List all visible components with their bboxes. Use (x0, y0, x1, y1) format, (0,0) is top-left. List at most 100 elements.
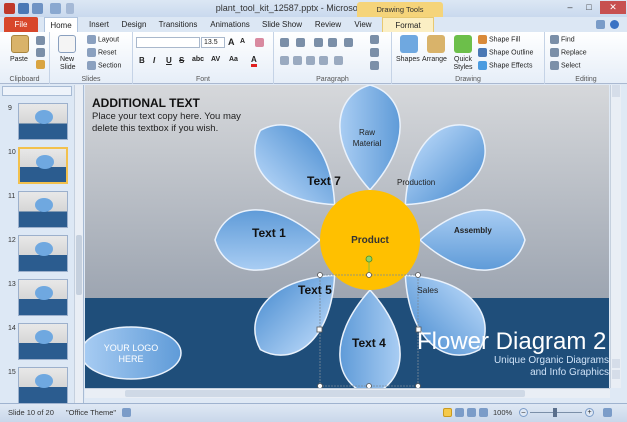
additional-text-body[interactable]: Place your text copy here. You may delet… (92, 111, 242, 135)
paste-icon[interactable] (11, 35, 29, 53)
bold-button[interactable]: B (139, 56, 145, 65)
slide-thumbnail[interactable] (18, 235, 68, 272)
additional-text-heading[interactable]: ADDITIONAL TEXT (92, 96, 200, 110)
shapes-icon[interactable] (400, 35, 418, 53)
scroll-thumb[interactable] (76, 235, 82, 295)
previous-slide-icon[interactable] (612, 359, 620, 368)
scroll-up-icon[interactable] (612, 85, 620, 97)
zoom-out-icon[interactable]: – (519, 408, 528, 417)
tab-file[interactable]: File (4, 17, 38, 32)
reading-view-icon[interactable] (467, 408, 476, 417)
numbering-icon[interactable] (296, 38, 305, 47)
select-button[interactable]: Select (550, 61, 580, 70)
shape-effects-button[interactable]: Shape Effects (478, 61, 532, 70)
text-shadow-button[interactable]: abc (192, 56, 204, 63)
slide-canvas[interactable]: ADDITIONAL TEXT Place your text copy her… (85, 85, 609, 388)
align-left-icon[interactable] (280, 56, 289, 65)
slide-subtitle-1[interactable]: Unique Organic Diagrams (465, 355, 609, 367)
center-icon[interactable] (293, 56, 302, 65)
slide-thumbnail[interactable] (18, 191, 68, 228)
font-color-button[interactable]: A (251, 55, 257, 67)
clear-formatting-icon[interactable] (255, 38, 264, 47)
thumbnail-scrollbar[interactable] (74, 85, 83, 403)
font-name-field[interactable] (136, 37, 200, 48)
normal-view-icon[interactable] (443, 408, 452, 417)
close-icon[interactable]: ✕ (600, 1, 626, 14)
tab-format[interactable]: Format (382, 17, 434, 32)
shapes-button[interactable]: Shapes (396, 56, 420, 63)
slide-show-view-icon[interactable] (479, 408, 488, 417)
horizontal-scroll-thumb[interactable] (125, 390, 525, 397)
panel-tabs[interactable] (2, 86, 72, 96)
columns-icon[interactable] (334, 56, 343, 65)
increase-indent-icon[interactable] (328, 38, 337, 47)
align-text-icon[interactable] (370, 48, 379, 57)
next-slide-icon[interactable] (612, 370, 620, 379)
tab-design[interactable]: Design (118, 17, 150, 32)
label-text-5: Text 5 (298, 283, 332, 297)
tab-insert[interactable]: Insert (84, 17, 114, 32)
font-size-field[interactable]: 13.5 (201, 37, 225, 48)
slide-thumbnail[interactable] (18, 147, 68, 184)
slide-thumbnail[interactable] (18, 103, 68, 140)
tab-home[interactable]: Home (44, 17, 78, 32)
shrink-font-button[interactable]: A (240, 38, 245, 45)
logo-placeholder[interactable]: YOUR LOGO HERE (103, 343, 159, 365)
text-direction-icon[interactable] (370, 35, 379, 44)
new-slide-icon[interactable] (58, 35, 76, 53)
change-case-button[interactable]: Aa (229, 56, 238, 63)
slide-horizontal-scrollbar[interactable] (85, 388, 610, 398)
minimize-ribbon-icon[interactable] (596, 20, 605, 29)
tab-slide-show[interactable]: Slide Show (259, 17, 305, 32)
italic-button[interactable]: I (153, 56, 155, 65)
tab-review[interactable]: Review (311, 17, 345, 32)
slide-thumbnail[interactable] (18, 323, 68, 360)
replace-button[interactable]: Replace (550, 48, 587, 57)
zoom-level[interactable]: 100% (493, 408, 512, 417)
slide-vertical-scrollbar[interactable] (610, 85, 621, 388)
line-spacing-icon[interactable] (344, 38, 353, 47)
copy-icon[interactable] (36, 48, 45, 57)
shape-outline-button[interactable]: Shape Outline (478, 48, 533, 57)
arrange-button[interactable]: Arrange (422, 56, 447, 63)
bullets-icon[interactable] (280, 38, 289, 47)
paste-button[interactable]: Paste (10, 56, 28, 63)
tab-view[interactable]: View (350, 17, 376, 32)
slide-thumbnail[interactable] (18, 367, 68, 404)
slide-subtitle-2[interactable]: and Info Graphics (465, 367, 609, 379)
tab-animations[interactable]: Animations (207, 17, 253, 32)
minimize-icon[interactable]: – (561, 1, 579, 14)
new-slide-button[interactable]: New Slide (60, 56, 80, 72)
slide-title[interactable]: Flower Diagram 2 (417, 328, 606, 356)
layout-button[interactable]: Layout (87, 35, 119, 44)
tab-transitions[interactable]: Transitions (155, 17, 201, 32)
quick-styles-icon[interactable] (454, 35, 472, 53)
justify-icon[interactable] (319, 56, 328, 65)
strikethrough-button[interactable]: S (179, 56, 184, 65)
center-label: Product (351, 235, 389, 246)
shape-fill-button[interactable]: Shape Fill (478, 35, 520, 44)
zoom-in-icon[interactable]: + (585, 408, 594, 417)
slide-sorter-view-icon[interactable] (455, 408, 464, 417)
arrange-icon[interactable] (427, 35, 445, 53)
decrease-indent-icon[interactable] (314, 38, 323, 47)
slide-thumbnail[interactable] (18, 279, 68, 316)
section-button[interactable]: Section (87, 61, 121, 70)
cut-icon[interactable] (36, 36, 45, 45)
align-right-icon[interactable] (306, 56, 315, 65)
underline-button[interactable]: U (166, 56, 172, 65)
reset-button[interactable]: Reset (87, 48, 116, 57)
fit-slide-icon[interactable] (603, 408, 612, 417)
label-text-4[interactable]: Text 4 (352, 336, 386, 350)
format-painter-icon[interactable] (36, 60, 45, 69)
grow-font-button[interactable]: A (228, 37, 235, 47)
spell-check-icon[interactable] (122, 408, 131, 417)
zoom-slider-thumb[interactable] (553, 408, 557, 417)
quick-styles-button[interactable]: Quick Styles (451, 56, 475, 72)
maximize-icon[interactable]: □ (580, 1, 598, 14)
label-production: Production (397, 178, 436, 187)
smartart-icon[interactable] (370, 61, 379, 70)
find-button[interactable]: Find (550, 35, 575, 44)
character-spacing-button[interactable]: AV (211, 56, 220, 63)
help-icon[interactable] (610, 20, 619, 29)
